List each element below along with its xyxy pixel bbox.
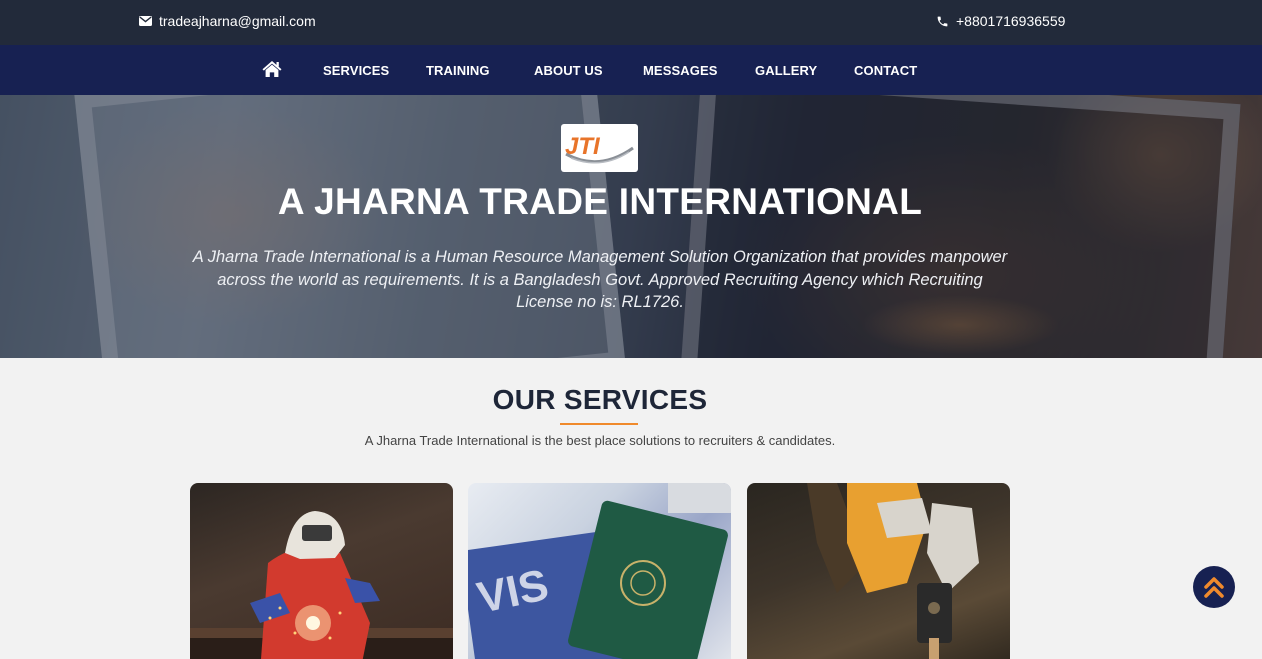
email-text[interactable]: tradeajharna@gmail.com	[159, 13, 316, 29]
home-icon	[262, 61, 282, 77]
hero-title: A JHARNA TRADE INTERNATIONAL	[277, 181, 923, 222]
nav-gallery[interactable]: GALLERY	[755, 63, 817, 78]
welder-photo	[190, 511, 453, 659]
nav-messages[interactable]: MESSAGES	[643, 63, 717, 78]
phone-contact[interactable]: +8801716936559	[936, 13, 1065, 29]
heading-underline	[560, 423, 638, 425]
gloved-hand-drill-photo	[807, 483, 979, 659]
service-card-welding[interactable]	[190, 483, 453, 659]
services-heading: OUR SERVICES	[492, 384, 708, 415]
service-card-technical[interactable]	[747, 483, 1010, 659]
nav-contact[interactable]: CONTACT	[854, 63, 917, 78]
nav-training[interactable]: TRAINING	[426, 63, 490, 78]
phone-text[interactable]: +8801716936559	[956, 13, 1065, 29]
scroll-to-top-button[interactable]	[1193, 566, 1235, 608]
service-card-visa[interactable]: VIS	[468, 483, 731, 659]
nav-about-us[interactable]: ABOUT US	[534, 63, 603, 78]
visa-passport-photo: VIS	[468, 483, 731, 659]
company-logo[interactable]: JTI	[561, 124, 638, 172]
email-contact[interactable]: tradeajharna@gmail.com	[139, 13, 316, 29]
main-navigation: SERVICES TRAINING ABOUT US MESSAGES GALL…	[0, 45, 1262, 95]
envelope-icon	[139, 16, 152, 26]
hero-banner: JTI A JHARNA TRADE INTERNATIONAL A Jharn…	[0, 95, 1262, 358]
hero-description: A Jharna Trade International is a Human …	[192, 248, 1008, 311]
services-subtitle: A Jharna Trade International is the best…	[364, 433, 836, 448]
double-chevron-up-icon	[1204, 577, 1224, 598]
logo-text: JTI	[565, 133, 601, 160]
nav-services[interactable]: SERVICES	[323, 63, 389, 78]
top-contact-bar: tradeajharna@gmail.com +8801716936559	[0, 0, 1262, 45]
home-link[interactable]	[262, 60, 282, 78]
jti-logo-icon: JTI	[565, 133, 634, 164]
phone-icon	[937, 16, 948, 26]
